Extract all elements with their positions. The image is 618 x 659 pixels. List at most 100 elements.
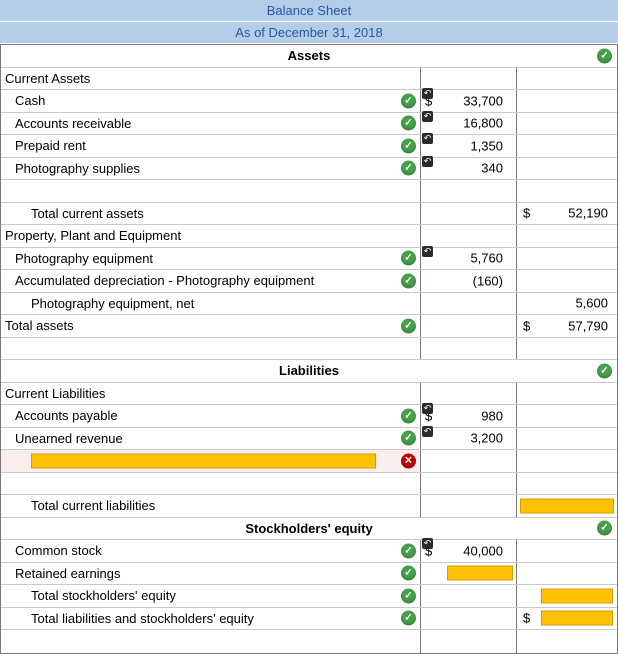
row-label-cell: Accumulated depreciation - Photography e… bbox=[1, 270, 421, 292]
amount-cell-1 bbox=[421, 585, 517, 607]
row-label: Retained earnings bbox=[15, 565, 121, 581]
row-label-cell: Total current assets bbox=[1, 202, 421, 224]
row-label: Photography supplies bbox=[15, 160, 141, 176]
amount-value: 5,760 bbox=[470, 250, 503, 266]
amount-cell-1[interactable] bbox=[421, 562, 517, 584]
row-label-cell: Prepaid rent ✓ bbox=[1, 135, 421, 157]
amount-cell-1[interactable]: ↶ 3,200 bbox=[421, 425, 517, 449]
row-label-cell: Unearned revenue ✓ bbox=[1, 427, 421, 449]
correct-check-icon: ✓ bbox=[597, 520, 612, 536]
amount-cell-2 bbox=[517, 383, 617, 405]
amount-cell-2 bbox=[517, 90, 617, 112]
amount-cell-2[interactable] bbox=[517, 495, 617, 517]
correct-check-icon: ✓ bbox=[401, 543, 416, 559]
amount-cell-2 bbox=[517, 630, 617, 653]
blank-row bbox=[1, 630, 617, 653]
row-label: Photography equipment bbox=[15, 250, 154, 266]
row-label: Prepaid rent bbox=[15, 138, 86, 154]
correct-check-icon: ✓ bbox=[597, 48, 612, 64]
amount-cell-2 bbox=[517, 158, 617, 180]
row-label-cell: Cash ✓ bbox=[1, 90, 421, 112]
line-item-row: Total current liabilities bbox=[1, 495, 617, 518]
amount-cell-2 bbox=[517, 338, 617, 360]
answer-input-box[interactable] bbox=[31, 453, 376, 469]
amount-cell-2 bbox=[517, 135, 617, 157]
line-item-row: Prepaid rent ✓ ↶ 1,350 bbox=[1, 133, 617, 158]
row-label-cell: Photography equipment, net bbox=[1, 292, 421, 314]
row-label: Accumulated depreciation - Photography e… bbox=[15, 273, 315, 289]
amount-cell-2 bbox=[517, 248, 617, 270]
line-item-row: Current Liabilities bbox=[1, 382, 617, 405]
correct-check-icon: ✓ bbox=[401, 138, 416, 154]
amount-cell-2 bbox=[517, 405, 617, 427]
amount-cell-2 bbox=[517, 225, 617, 247]
row-label: Total liabilities and stockholders' equi… bbox=[31, 610, 254, 626]
row-label: Accounts payable bbox=[15, 408, 118, 424]
row-label-cell bbox=[1, 630, 421, 653]
amount-cell-1: (160) bbox=[421, 270, 517, 292]
amount-cell-1 bbox=[421, 495, 517, 517]
amount-cell-1 bbox=[421, 382, 517, 404]
amount-cell-1 bbox=[421, 337, 517, 359]
amount-cell-1[interactable]: ↶ 5,760 bbox=[421, 245, 517, 269]
row-label: Property, Plant and Equipment bbox=[5, 228, 182, 244]
answer-input-box[interactable] bbox=[541, 588, 613, 604]
line-item-row: Accumulated depreciation - Photography e… bbox=[1, 270, 617, 293]
prior-answer-arrow-icon: ↶ bbox=[422, 425, 433, 437]
section-header-row: Assets ✓ bbox=[1, 45, 617, 68]
line-item-row: Total current assets $52,190 bbox=[1, 202, 617, 225]
sheet-subtitle: As of December 31, 2018 bbox=[0, 22, 618, 43]
line-item-row: Accounts receivable ✓ ↶ 16,800 bbox=[1, 110, 617, 135]
row-label: Total assets bbox=[5, 318, 74, 334]
row-label: Accounts receivable bbox=[15, 115, 132, 131]
answer-input-box[interactable] bbox=[541, 610, 613, 626]
amount-cell-1 bbox=[421, 630, 517, 653]
amount-cell-1[interactable]: ↶ $980 bbox=[421, 403, 517, 427]
amount-cell-1 bbox=[421, 67, 517, 89]
line-item-row: Total assets ✓ $57,790 bbox=[1, 315, 617, 338]
amount-cell-2 bbox=[517, 68, 617, 90]
amount-cell-1 bbox=[421, 292, 517, 314]
amount-cell-1[interactable]: ↶ 16,800 bbox=[421, 110, 517, 134]
amount-cell-1[interactable]: ↶ $40,000 bbox=[421, 538, 517, 562]
amount-cell-2 bbox=[517, 113, 617, 135]
correct-check-icon: ✓ bbox=[401, 408, 416, 424]
amount-value: (160) bbox=[472, 273, 503, 289]
blank-row bbox=[1, 337, 617, 360]
row-label: Total current assets bbox=[31, 205, 144, 221]
dollar-sign: $ bbox=[523, 318, 531, 334]
prior-answer-arrow-icon: ↶ bbox=[422, 403, 433, 414]
row-label-cell: Accounts receivable ✓ bbox=[1, 112, 421, 134]
amount-value: 52,190 bbox=[568, 205, 608, 221]
answer-input-box[interactable] bbox=[520, 498, 614, 514]
row-label-cell: Total stockholders' equity ✓ bbox=[1, 585, 421, 607]
line-item-row: Common stock ✓ ↶ $40,000 bbox=[1, 538, 617, 563]
balance-sheet-table: Assets ✓ Current Assets Cash ✓ ↶ $33,700 Accoun… bbox=[0, 44, 618, 654]
correct-check-icon: ✓ bbox=[401, 250, 416, 266]
prior-answer-arrow-icon: ↶ bbox=[422, 110, 433, 122]
row-label-cell bbox=[1, 180, 421, 202]
amount-cell-1[interactable]: ↶ $33,700 bbox=[421, 88, 517, 112]
row-label: Cash bbox=[15, 93, 46, 109]
amount-cell-1 bbox=[421, 225, 517, 247]
blank-row bbox=[1, 472, 617, 495]
amount-cell-2: $52,190 bbox=[517, 203, 617, 225]
amount-cell-1[interactable]: ↶ 340 bbox=[421, 155, 517, 179]
amount-cell-2 bbox=[517, 563, 617, 585]
row-label-cell[interactable]: ✕ bbox=[1, 450, 421, 472]
section-header-row: Liabilities ✓ bbox=[1, 360, 617, 383]
row-label: Photography equipment, net bbox=[31, 295, 195, 311]
amount-cell-2[interactable]: $ bbox=[517, 608, 617, 630]
amount-cell-2[interactable] bbox=[517, 585, 617, 607]
incorrect-x-icon: ✕ bbox=[401, 453, 416, 469]
correct-check-icon: ✓ bbox=[401, 610, 416, 626]
amount-cell-1[interactable]: ↶ 1,350 bbox=[421, 133, 517, 157]
row-label-cell: Current Assets bbox=[1, 67, 421, 89]
amount-value: 16,800 bbox=[463, 115, 503, 131]
amount-cell-1 bbox=[421, 315, 517, 337]
row-label-cell: Accounts payable ✓ bbox=[1, 405, 421, 427]
correct-check-icon: ✓ bbox=[597, 363, 612, 379]
answer-input-box[interactable] bbox=[447, 565, 513, 581]
amount-cell-2: $57,790 bbox=[517, 315, 617, 337]
row-label: Total stockholders' equity bbox=[31, 588, 176, 604]
